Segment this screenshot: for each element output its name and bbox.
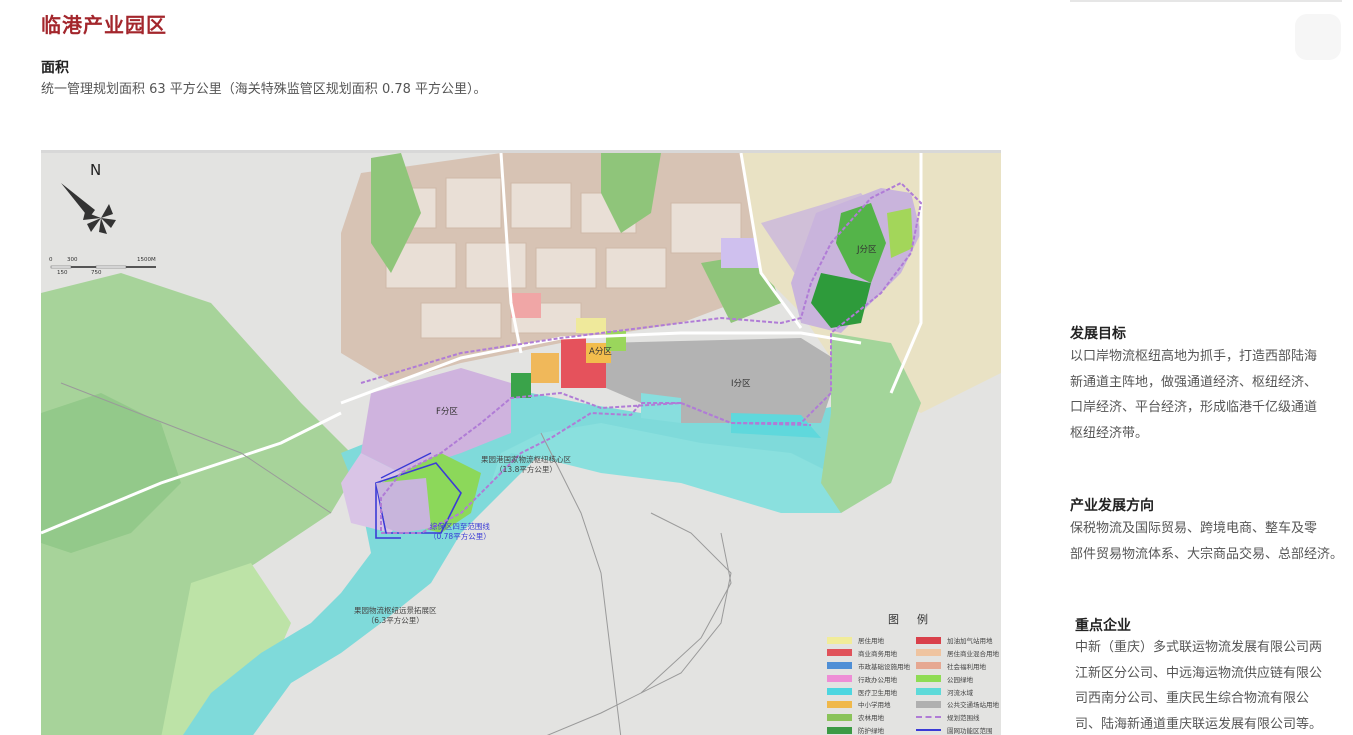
legend-label: 社会福利用地 [947, 662, 986, 671]
zone-f-label: F分区 [436, 407, 458, 417]
legend-swatch [916, 716, 941, 719]
legend-label: 防护绿地 [858, 727, 884, 735]
enterprises-line: 司西南分公司、重庆民生综合物流有限公 [1075, 691, 1310, 706]
legend-label: 加油加气站用地 [947, 637, 993, 645]
legend-label: 商业商务用地 [858, 649, 897, 658]
enterprises-line: 中新（重庆）多式联运物流发展有限公司两 [1075, 640, 1323, 655]
direction-text: 保税物流及国际贸易、跨境电商、整车及零 部件贸易物流体系、大宗商品交易、总部经济… [1070, 516, 1343, 567]
legend-item: 规划范围线 [916, 712, 1001, 722]
faded-icon [1295, 14, 1341, 60]
core-area-size: （13.8平方公里） [495, 465, 557, 474]
direction-line: 部件贸易物流体系、大宗商品交易、总部经济。 [1070, 546, 1344, 562]
legend-label: 市政基础设施用地 [858, 662, 910, 671]
enterprises-text: 中新（重庆）多式联运物流发展有限公司两 江新区分公司、中远海运物流供应链有限公 … [1075, 635, 1322, 735]
bonded-area-name: 综保区四至范围线 [429, 522, 490, 531]
legend-swatch [827, 700, 852, 708]
legend-item: 居住用地 [827, 635, 916, 645]
legend-label: 行政办公用地 [858, 675, 897, 684]
legend-item: 医疗卫生用地 [827, 687, 916, 697]
legend-title: 图例 [888, 613, 946, 626]
legend-swatch [827, 675, 852, 683]
legend-item: 園网功能区范围 [916, 725, 1001, 735]
expansion-area-label: 果园物流枢纽远景拓展区 （6.3平方公里） [354, 606, 437, 626]
legend-swatch [827, 662, 852, 670]
legend-swatch [827, 726, 852, 734]
goal-text: 以口岸物流枢纽高地为抓手，打造西部陆海 新通道主阵地，做强通道经济、枢纽经济、 … [1070, 344, 1317, 446]
legend-label: 农林用地 [858, 714, 884, 723]
legend-item: 中小学用地 [827, 699, 916, 709]
goal-line: 以口岸物流枢纽高地为抓手，打造西部陆海 [1070, 349, 1318, 364]
legend-swatch [916, 688, 941, 696]
legend-swatch [916, 729, 941, 732]
scale-label: 300 [67, 257, 78, 263]
legend-item: 居住商业混合用地 [916, 648, 1001, 658]
zone-j-label: J分区 [857, 245, 877, 255]
zone-i-label: I分区 [731, 379, 751, 389]
legend-item: 市政基础设施用地 [827, 661, 916, 671]
scale-label: 0 [49, 257, 53, 263]
expansion-area-name: 果园物流枢纽远景拓展区 [354, 606, 437, 615]
area-text: 统一管理规划面积 63 平方公里（海关特殊监管区规划面积 0.78 平方公里）。 [41, 82, 487, 97]
bonded-area-size: （0.78平方公里） [429, 532, 491, 541]
enterprises-heading: 重点企业 [1075, 618, 1131, 634]
legend-label: 公共交通场站用地 [947, 701, 999, 710]
north-arrow-label: N [90, 161, 102, 179]
legend-swatch [827, 688, 852, 696]
expansion-area-size: （6.3平方公里） [366, 616, 424, 625]
legend-swatch [827, 649, 852, 657]
legend-label: 河流水域 [947, 688, 973, 697]
direction-heading: 产业发展方向 [1070, 498, 1154, 514]
legend-label: 规划范围线 [947, 714, 980, 723]
zone-a-label: A分区 [589, 347, 612, 357]
enterprises-line: 司、陆海新通道重庆联运发展有限公司等。 [1075, 716, 1323, 732]
legend-swatch [916, 649, 941, 657]
legend-label: 居住用地 [858, 637, 884, 645]
legend-item: 商业商务用地 [827, 648, 916, 658]
direction-line: 保税物流及国际贸易、跨境电商、整车及零 [1070, 521, 1318, 536]
legend-item: 河流水域 [916, 687, 1001, 697]
legend-item: 农林用地 [827, 712, 916, 722]
legend-item: 行政办公用地 [827, 674, 916, 684]
core-area-name: 果园港国家物流枢纽核心区 [481, 455, 571, 464]
page-title: 临港产业园区 [41, 13, 167, 37]
park-planning-map: N 0 300 1500M 150 750 A分区 F分区 I分区 J分区 果园… [41, 150, 1001, 735]
goal-line: 新通道主阵地，做强通道经济、枢纽经济、 [1070, 374, 1318, 390]
top-divider [1070, 0, 1342, 2]
enterprises-line: 江新区分公司、中远海运物流供应链有限公 [1075, 665, 1323, 681]
goal-line: 口岸经济、平台经济，形成临港千亿级通道 [1070, 400, 1318, 415]
legend-swatch [916, 636, 941, 644]
scale-label: 150 [57, 270, 68, 276]
legend-label: 中小学用地 [858, 701, 891, 710]
legend-item: 公园绿地 [916, 674, 1001, 684]
legend-swatch [916, 662, 941, 670]
scale-label: 750 [91, 270, 102, 276]
area-heading: 面积 [41, 60, 69, 76]
legend-item: 防护绿地 [827, 725, 916, 735]
legend-label: 医疗卫生用地 [858, 688, 897, 697]
legend-item: 公共交通场站用地 [916, 699, 1001, 709]
goal-line: 枢纽经济带。 [1070, 425, 1149, 441]
legend-label: 居住商业混合用地 [947, 649, 999, 658]
goal-heading: 发展目标 [1070, 326, 1126, 342]
legend-swatch [916, 700, 941, 708]
bonded-area-label: 综保区四至范围线 （0.78平方公里） [429, 522, 491, 542]
core-area-label: 果园港国家物流枢纽核心区 （13.8平方公里） [481, 455, 571, 475]
legend-item: 加油加气站用地 [916, 635, 1001, 645]
legend-swatch [827, 636, 852, 644]
legend-swatch [827, 713, 852, 721]
legend-swatch [916, 675, 941, 683]
legend-item: 社会福利用地 [916, 661, 1001, 671]
scale-label: 1500M [137, 257, 156, 263]
map-legend: 居住用地 加油加气站用地商业商务用地 居住商业混合用地市政基础设施用地 社会福利用地行… [827, 635, 1001, 735]
legend-label: 公园绿地 [947, 675, 973, 684]
legend-label: 園网功能区范围 [947, 727, 993, 735]
